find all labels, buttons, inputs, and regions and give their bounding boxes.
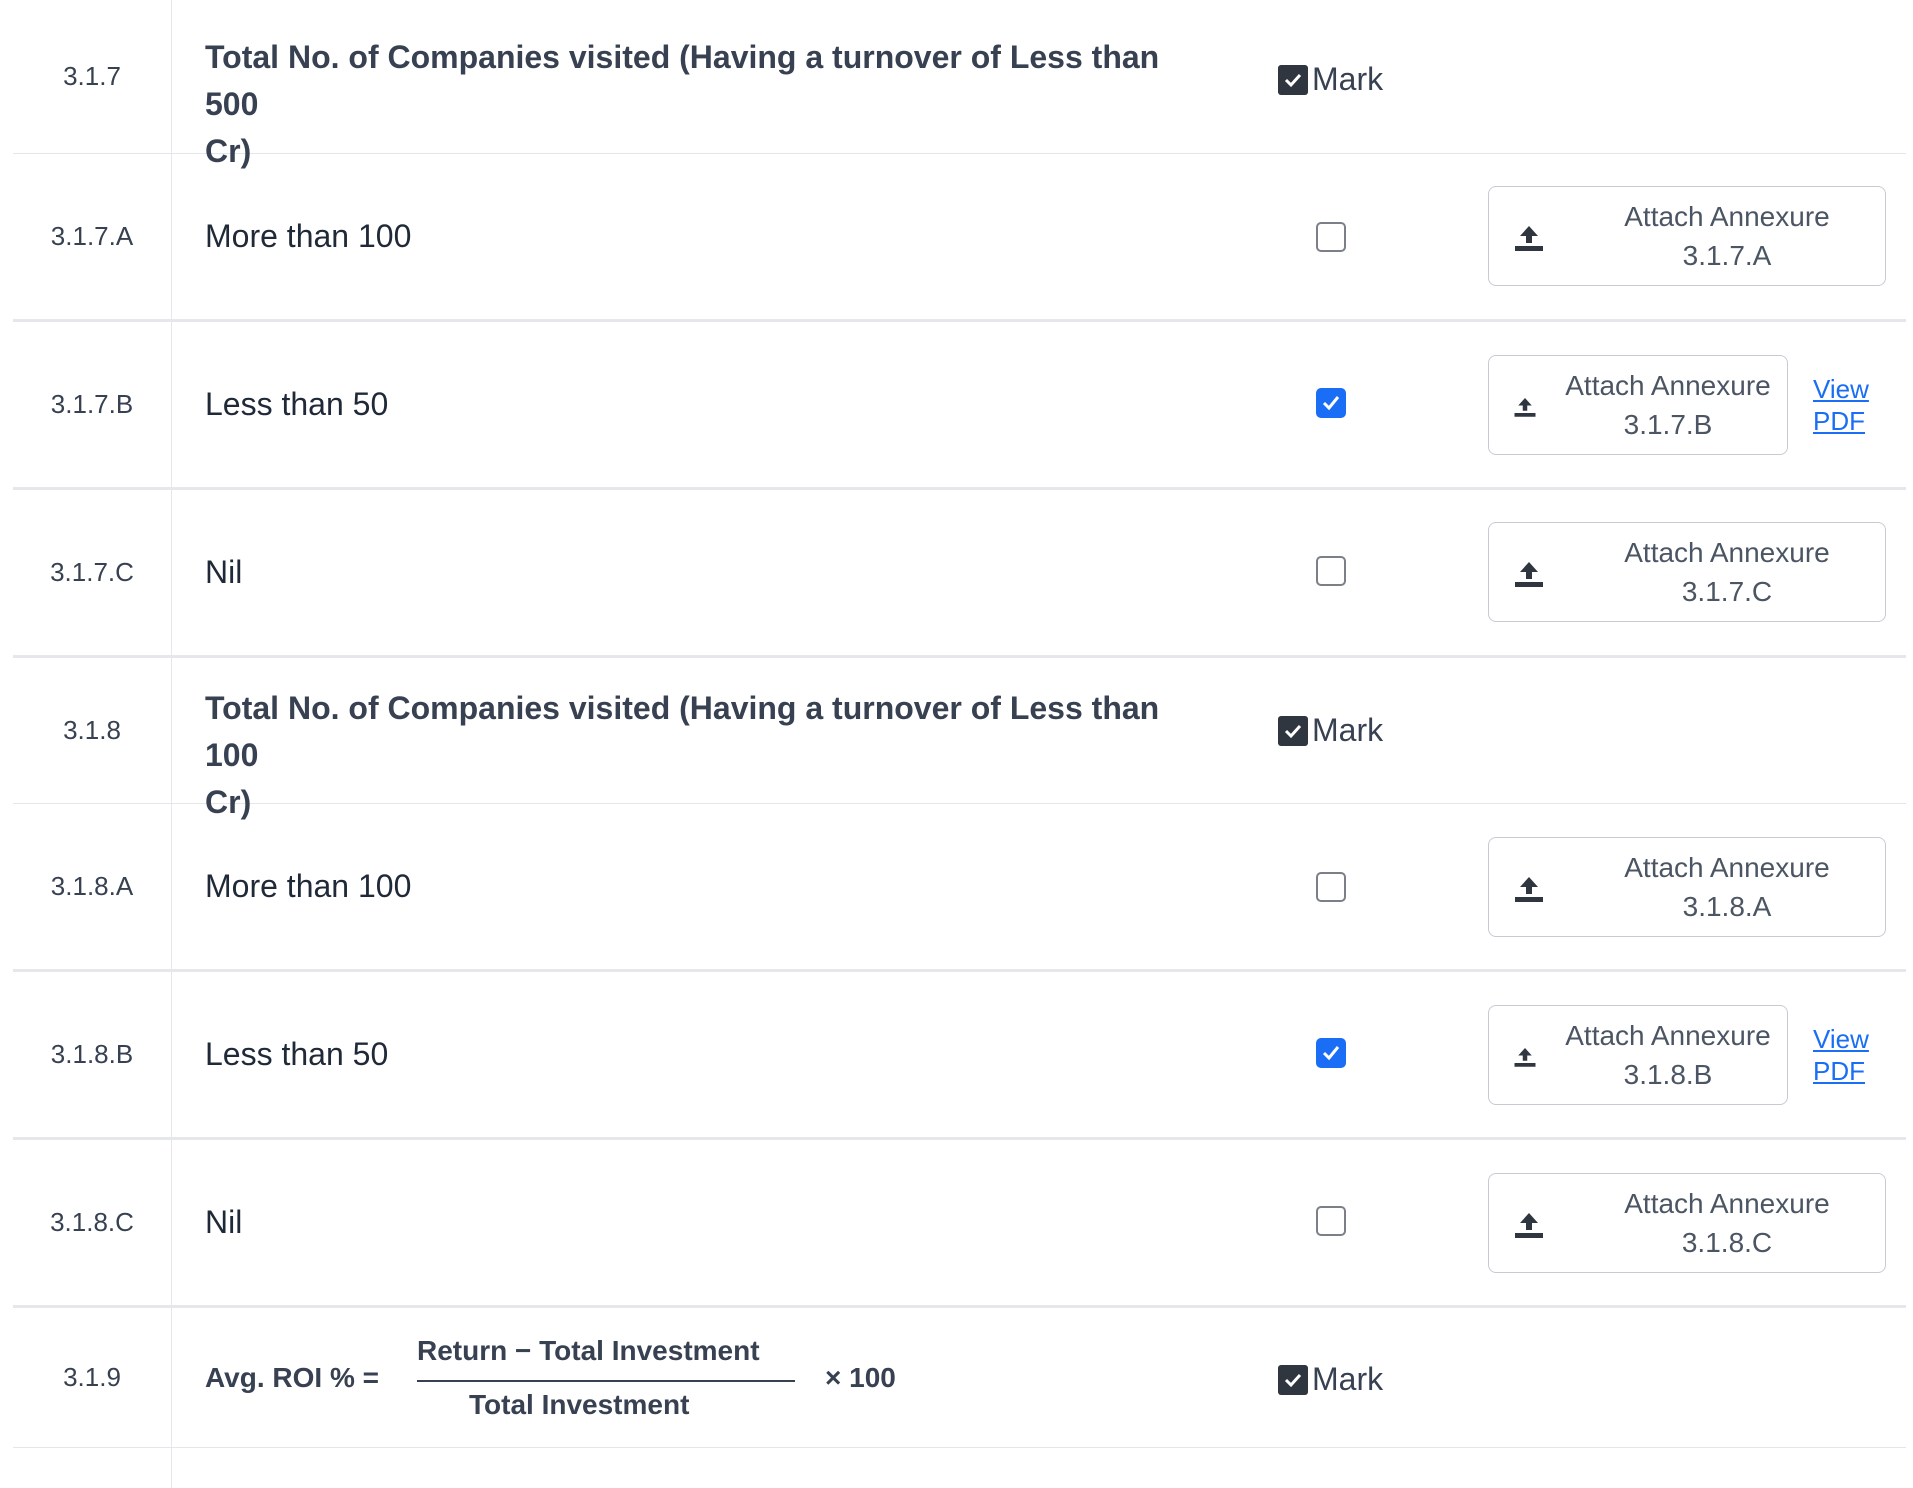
row-code: 3.1.9 bbox=[13, 1308, 172, 1447]
option-checkbox[interactable] bbox=[1316, 1038, 1346, 1068]
mark-label: Mark bbox=[1312, 1361, 1384, 1397]
mark-toggle[interactable]: Mark bbox=[1278, 1361, 1383, 1398]
check-square-icon bbox=[1278, 1364, 1308, 1395]
heading-line-1: Total No. of Companies visited (Having a… bbox=[205, 690, 1160, 773]
table-row: 3.1.8 Total No. of Companies visited (Ha… bbox=[13, 658, 1906, 820]
table-row: 3.1.8.B Less than 50 Attach Annexure 3.1.… bbox=[13, 972, 1906, 1140]
table-row: 3.1.8.A More than 100 Attach Annexure 3.1… bbox=[13, 804, 1906, 972]
row-code bbox=[13, 1448, 172, 1488]
formula-numerator: Return − Total Investment bbox=[417, 1335, 760, 1366]
attach-annexure-button[interactable]: Attach Annexure 3.1.7.C bbox=[1488, 522, 1886, 622]
annex-code: 3.1.7.A bbox=[1682, 240, 1772, 271]
fraction-bar bbox=[417, 1380, 795, 1382]
upload-icon bbox=[1514, 1048, 1536, 1067]
upload-icon bbox=[1515, 1213, 1543, 1238]
mark-label: Mark bbox=[1312, 61, 1384, 97]
table-row bbox=[13, 1448, 1906, 1488]
check-square-icon bbox=[1278, 715, 1308, 746]
attach-label: Attach Annexure bbox=[1624, 852, 1830, 883]
attach-annexure-button[interactable]: Attach Annexure 3.1.8.A bbox=[1488, 837, 1886, 937]
row-code: 3.1.7 bbox=[13, 0, 172, 153]
option-checkbox[interactable] bbox=[1316, 222, 1346, 252]
mark-label: Mark bbox=[1312, 712, 1384, 748]
attach-label: Attach Annexure bbox=[1624, 537, 1830, 568]
option-checkbox[interactable] bbox=[1316, 388, 1346, 418]
attach-annexure-button[interactable]: Attach Annexure 3.1.8.C bbox=[1488, 1173, 1886, 1273]
mark-toggle[interactable]: Mark bbox=[1278, 61, 1383, 98]
attach-label: Attach Annexure bbox=[1624, 201, 1830, 232]
row-label: Nil bbox=[205, 554, 243, 590]
attach-label: Attach Annexure bbox=[1565, 370, 1771, 401]
formula-multiplier: × 100 bbox=[825, 1362, 896, 1393]
attach-label: Attach Annexure bbox=[1624, 1188, 1830, 1219]
row-label: More than 100 bbox=[205, 218, 412, 254]
attach-label: Attach Annexure bbox=[1565, 1020, 1771, 1051]
row-code: 3.1.7.A bbox=[13, 154, 172, 319]
row-label: Less than 50 bbox=[205, 1036, 389, 1072]
annex-code: 3.1.7.B bbox=[1623, 409, 1713, 440]
row-code: 3.1.7.B bbox=[13, 322, 172, 487]
view-pdf-link[interactable]: View PDF bbox=[1813, 373, 1869, 437]
formula-denominator: Total Investment bbox=[469, 1389, 690, 1420]
row-label: More than 100 bbox=[205, 868, 412, 904]
table-row: 3.1.7.B Less than 50 Attach Annexure 3.1.… bbox=[13, 322, 1906, 490]
heading-line-1: Total No. of Companies visited (Having a… bbox=[205, 39, 1160, 122]
row-code: 3.1.8 bbox=[13, 658, 172, 803]
attach-annexure-button[interactable]: Attach Annexure 3.1.8.B bbox=[1488, 1005, 1788, 1105]
formula-lhs: Avg. ROI % = bbox=[205, 1362, 380, 1393]
upload-icon bbox=[1515, 562, 1543, 587]
row-label: Nil bbox=[205, 1204, 243, 1240]
annex-code: 3.1.7.C bbox=[1681, 576, 1773, 607]
option-checkbox[interactable] bbox=[1316, 872, 1346, 902]
row-code: 3.1.8.C bbox=[13, 1140, 172, 1305]
view-pdf-link[interactable]: View PDF bbox=[1813, 1023, 1869, 1087]
table-row: 3.1.7.C Nil Attach Annexure 3.1.7.C bbox=[13, 490, 1906, 658]
row-code: 3.1.8.B bbox=[13, 972, 172, 1137]
table-row: 3.1.7 Total No. of Companies visited (Ha… bbox=[13, 0, 1906, 169]
row-code: 3.1.7.C bbox=[13, 490, 172, 655]
annex-code: 3.1.8.C bbox=[1681, 1227, 1773, 1258]
upload-icon bbox=[1515, 877, 1543, 902]
row-label: Less than 50 bbox=[205, 386, 389, 422]
check-square-icon bbox=[1278, 64, 1308, 95]
row-code: 3.1.8.A bbox=[13, 804, 172, 969]
upload-icon bbox=[1514, 398, 1536, 417]
attach-annexure-button[interactable]: Attach Annexure 3.1.7.B bbox=[1488, 355, 1788, 455]
table-row: 3.1.9 Avg. ROI % = Return − Total Invest… bbox=[13, 1308, 1906, 1448]
mark-toggle[interactable]: Mark bbox=[1278, 712, 1383, 749]
annex-code: 3.1.8.B bbox=[1623, 1059, 1713, 1090]
annex-code: 3.1.8.A bbox=[1682, 891, 1772, 922]
option-checkbox[interactable] bbox=[1316, 556, 1346, 586]
table-row: 3.1.7.A More than 100 Attach Annexure 3.1… bbox=[13, 154, 1906, 322]
option-checkbox[interactable] bbox=[1316, 1206, 1346, 1236]
attach-annexure-button[interactable]: Attach Annexure 3.1.7.A bbox=[1488, 186, 1886, 286]
table-row: 3.1.8.C Nil Attach Annexure 3.1.8.C bbox=[13, 1140, 1906, 1308]
upload-icon bbox=[1515, 226, 1543, 251]
roi-formula: Avg. ROI % = Return − Total Investment T… bbox=[205, 1308, 1005, 1448]
